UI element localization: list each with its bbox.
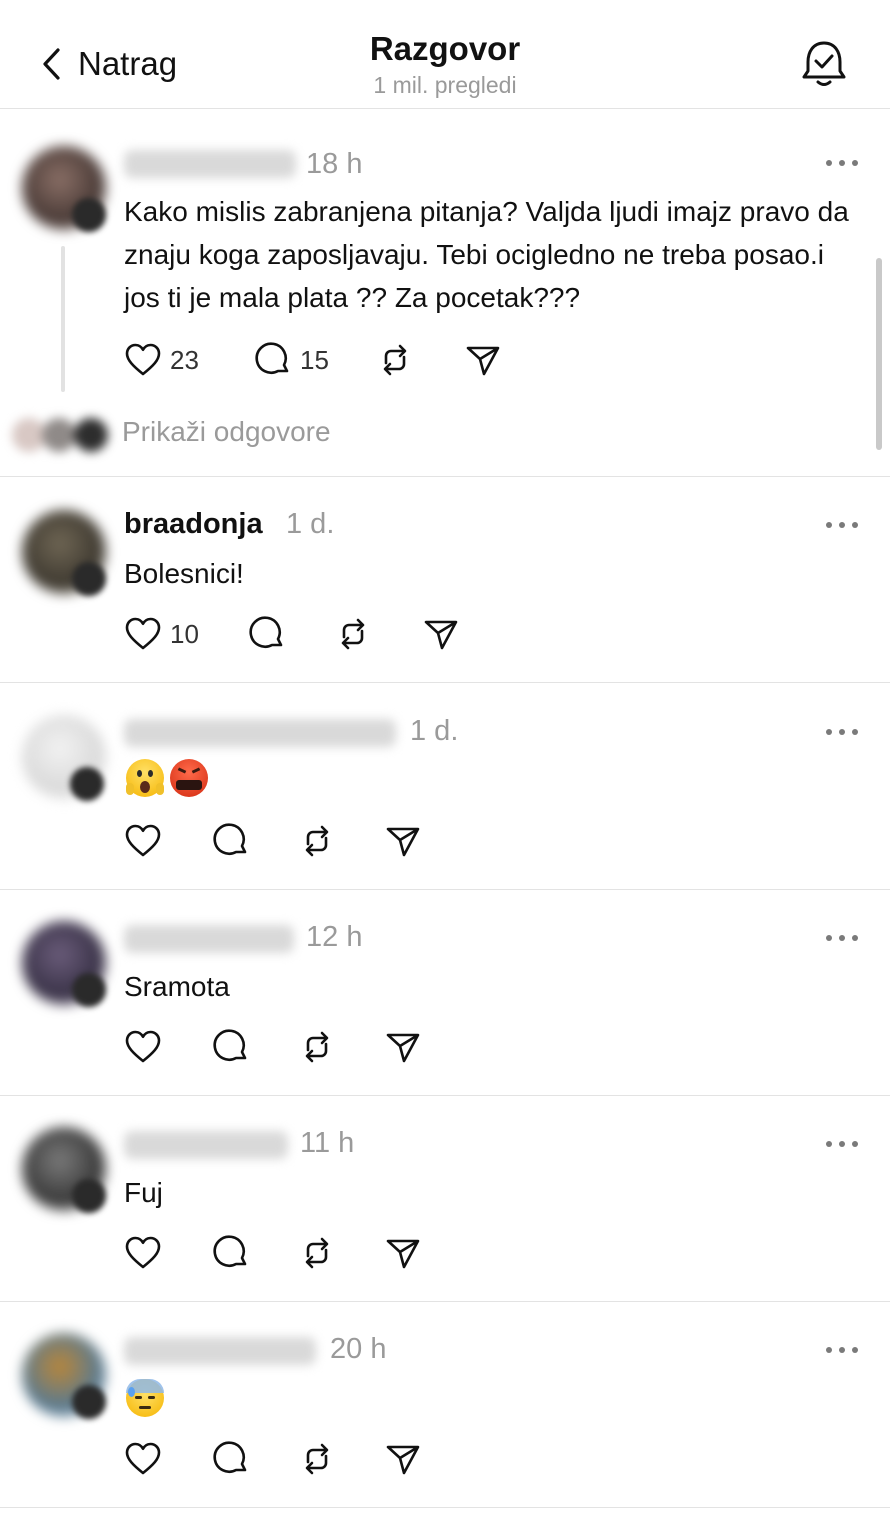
post-text: Bolesnici! bbox=[124, 558, 244, 589]
like-button[interactable] bbox=[124, 1233, 162, 1273]
repost-button[interactable] bbox=[298, 821, 336, 861]
username-blurred[interactable] bbox=[124, 719, 396, 747]
like-count: 10 bbox=[170, 618, 199, 649]
post-time: 1 d. bbox=[286, 508, 335, 540]
thread-line bbox=[61, 246, 65, 392]
avatar-badge bbox=[72, 562, 106, 596]
comment-icon bbox=[249, 616, 283, 648]
share-button[interactable] bbox=[384, 1233, 422, 1273]
more-options-button[interactable] bbox=[826, 1139, 858, 1149]
share-icon bbox=[424, 620, 458, 650]
screaming-face-emoji bbox=[126, 759, 164, 797]
comment-icon bbox=[213, 1029, 247, 1061]
post-text: Kako mislis zabranjena pitanja? Valjda l… bbox=[124, 196, 849, 313]
like-button[interactable] bbox=[124, 821, 162, 861]
repost-icon bbox=[305, 1237, 329, 1269]
share-icon bbox=[386, 1239, 420, 1269]
avatar-badge bbox=[72, 198, 106, 232]
heart-icon bbox=[125, 1030, 161, 1063]
post-text: Sramota bbox=[124, 971, 230, 1002]
show-replies-link[interactable]: Prikaži odgovore bbox=[122, 416, 331, 448]
repost-icon bbox=[305, 825, 329, 857]
post-emoji bbox=[126, 1379, 164, 1417]
avatar-badge bbox=[72, 1179, 106, 1213]
like-button[interactable] bbox=[124, 1439, 162, 1479]
comment-icon bbox=[213, 1235, 247, 1267]
avatar-badge bbox=[70, 767, 104, 801]
comment-icon bbox=[255, 342, 289, 374]
repost-button[interactable] bbox=[298, 1439, 336, 1479]
comment-button[interactable]: 15 bbox=[254, 340, 329, 380]
comment-icon bbox=[213, 1441, 247, 1473]
username-blurred[interactable] bbox=[124, 1131, 288, 1159]
post-time: 20 h bbox=[330, 1333, 387, 1365]
share-button[interactable] bbox=[384, 821, 422, 861]
post-time: 11 h bbox=[300, 1127, 355, 1159]
comment-icon bbox=[213, 823, 247, 855]
sweat-face-emoji bbox=[126, 1379, 164, 1417]
repost-button[interactable] bbox=[298, 1027, 336, 1067]
username[interactable]: braadonja bbox=[124, 508, 263, 541]
post-item: braadonja 1 d. Bolesnici! 10 bbox=[0, 476, 890, 683]
repost-button[interactable] bbox=[334, 614, 372, 654]
view-count: 1 mil. pregledi bbox=[373, 72, 517, 98]
username-blurred[interactable] bbox=[124, 925, 294, 953]
heart-icon bbox=[125, 343, 161, 376]
share-icon bbox=[386, 1445, 420, 1475]
post-time: 12 h bbox=[306, 921, 363, 953]
post-item: 11 h Fuj bbox=[0, 1095, 890, 1302]
avatar-badge bbox=[72, 973, 106, 1007]
cursing-face-emoji bbox=[170, 759, 208, 797]
repost-icon bbox=[383, 344, 407, 376]
comment-button[interactable] bbox=[248, 614, 286, 654]
share-button[interactable] bbox=[384, 1027, 422, 1067]
like-button[interactable]: 10 bbox=[124, 614, 199, 654]
header: Natrag Razgovor 1 mil. pregledi bbox=[0, 0, 890, 109]
post-item: 1 d. bbox=[0, 683, 890, 890]
username-blurred[interactable] bbox=[124, 1337, 316, 1365]
share-button[interactable] bbox=[384, 1439, 422, 1479]
like-button[interactable]: 23 bbox=[124, 340, 199, 380]
post-emoji bbox=[126, 759, 208, 797]
more-options-button[interactable] bbox=[826, 727, 858, 737]
bell-check-icon[interactable] bbox=[798, 38, 850, 90]
post-time: 18 h bbox=[306, 148, 363, 180]
repost-icon bbox=[305, 1443, 329, 1475]
post-item: 12 h Sramota bbox=[0, 889, 890, 1096]
post-time: 1 d. bbox=[410, 715, 459, 747]
more-options-button[interactable] bbox=[826, 520, 858, 530]
heart-icon bbox=[125, 1236, 161, 1269]
share-button[interactable] bbox=[464, 340, 502, 380]
comment-button[interactable] bbox=[212, 1027, 250, 1067]
comment-count: 15 bbox=[300, 344, 329, 375]
like-button[interactable] bbox=[124, 1027, 162, 1067]
heart-icon bbox=[125, 1442, 161, 1475]
post-text: Fuj bbox=[124, 1177, 163, 1208]
share-icon bbox=[386, 827, 420, 857]
heart-icon bbox=[125, 824, 161, 857]
share-icon bbox=[466, 346, 500, 376]
comment-button[interactable] bbox=[212, 1439, 250, 1479]
username-blurred[interactable] bbox=[124, 150, 296, 178]
heart-icon bbox=[125, 617, 161, 650]
like-count: 23 bbox=[170, 344, 199, 375]
repost-button[interactable] bbox=[298, 1233, 336, 1273]
more-options-button[interactable] bbox=[826, 1345, 858, 1355]
avatar-badge bbox=[72, 1385, 106, 1419]
replies-avatars bbox=[12, 418, 112, 452]
page-title: Razgovor bbox=[369, 30, 521, 67]
repost-icon bbox=[341, 618, 365, 650]
share-button[interactable] bbox=[422, 614, 460, 654]
post-item: 20 h bbox=[0, 1301, 890, 1508]
repost-button[interactable] bbox=[376, 340, 414, 380]
more-options-button[interactable] bbox=[826, 933, 858, 943]
comment-button[interactable] bbox=[212, 1233, 250, 1273]
share-icon bbox=[386, 1033, 420, 1063]
more-options-button[interactable] bbox=[826, 158, 858, 168]
title-block: Razgovor 1 mil. pregledi bbox=[0, 30, 890, 99]
repost-icon bbox=[305, 1031, 329, 1063]
comment-button[interactable] bbox=[212, 821, 250, 861]
